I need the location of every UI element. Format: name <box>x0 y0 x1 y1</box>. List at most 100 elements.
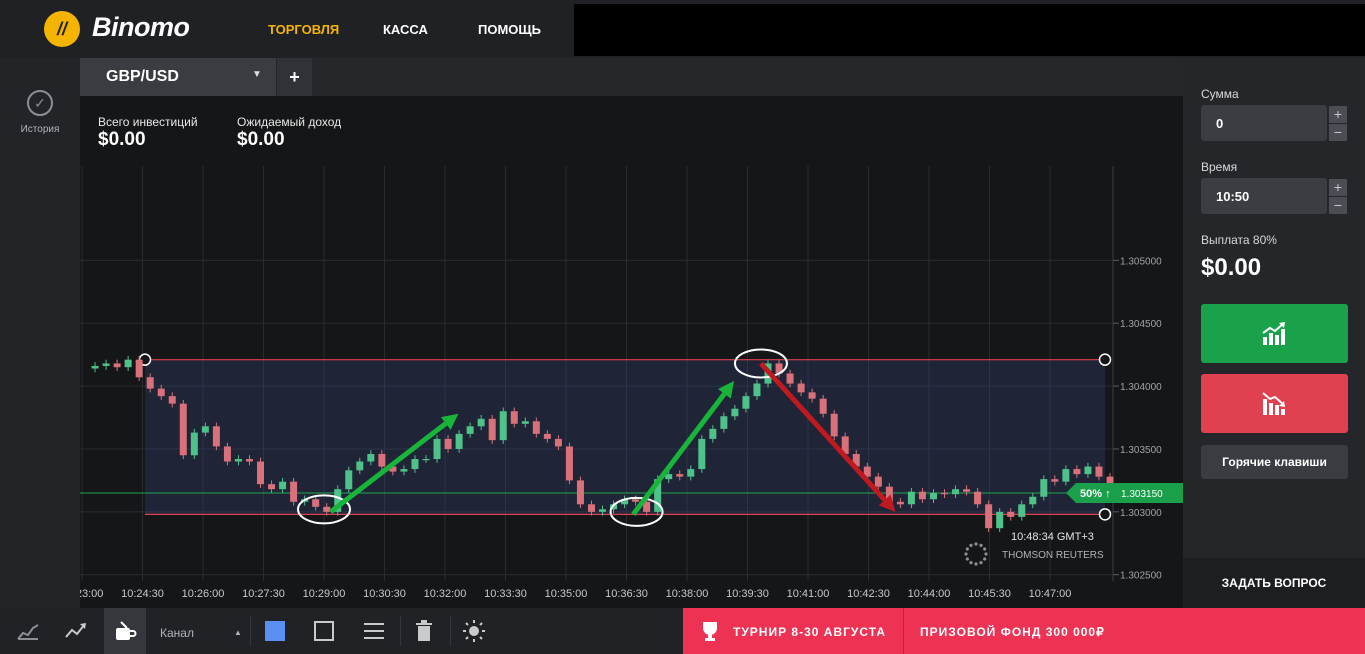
channel-handle <box>1098 353 1112 366</box>
candle <box>554 438 562 447</box>
x-tick-label: 10:23:00 <box>80 588 103 600</box>
trend-down-icon <box>1262 392 1285 415</box>
candle <box>499 411 507 441</box>
trend-up-icon <box>1262 322 1285 345</box>
candle <box>819 398 827 414</box>
chart-type-area-icon[interactable] <box>8 608 48 654</box>
candle <box>786 373 794 384</box>
x-tick-label: 10:29:00 <box>303 588 346 600</box>
candle <box>411 459 419 470</box>
time-label: Время <box>1201 160 1238 174</box>
sum-increase-button[interactable]: + <box>1329 106 1347 123</box>
trade-panel: Сумма 0 + − Время 10:50 + − Выплата 80% … <box>1183 58 1365 608</box>
candle <box>665 474 673 480</box>
candle <box>113 363 121 368</box>
toolbar-divider <box>450 616 451 646</box>
history-label[interactable]: История <box>0 124 80 135</box>
candle <box>455 433 463 449</box>
y-tick-label: 1.303500 <box>1120 445 1162 456</box>
binomo-logo[interactable]: // <box>44 11 80 47</box>
brand-name[interactable]: Binomo <box>92 12 190 43</box>
candle <box>124 359 132 368</box>
ask-question-button[interactable]: ЗАДАТЬ ВОПРОС <box>1183 558 1365 608</box>
check-circle-icon[interactable]: ✓ <box>27 90 53 116</box>
thomson-reuters-logo <box>964 542 988 566</box>
candle <box>709 428 717 439</box>
shape-square-icon[interactable] <box>306 608 342 654</box>
add-tab-button[interactable]: + <box>277 58 312 96</box>
y-tick-label: 1.304000 <box>1120 382 1162 393</box>
candle <box>257 461 265 485</box>
candle <box>1029 496 1037 505</box>
logo-dot <box>974 542 978 546</box>
drawing-tool-selector[interactable]: Канал <box>160 626 194 640</box>
drawing-tools-icon[interactable] <box>104 608 146 654</box>
x-tick-label: 10:44:00 <box>908 588 951 600</box>
asset-selector-tab[interactable]: GBP/USD ▼ <box>80 58 276 96</box>
logo-dot <box>979 561 983 565</box>
nav-help[interactable]: ПОМОЩЬ <box>478 22 541 37</box>
caret-up-icon[interactable]: ▲ <box>234 628 242 637</box>
x-tick-label: 10:24:30 <box>121 588 164 600</box>
x-tick-label: 10:45:30 <box>968 588 1011 600</box>
nav-trading[interactable]: ТОРГОВЛЯ <box>268 22 339 37</box>
sum-input[interactable]: 0 <box>1201 105 1327 141</box>
left-sidebar: ✓ История <box>0 58 81 608</box>
candle <box>565 446 573 481</box>
x-tick-label: 10:30:30 <box>363 588 406 600</box>
y-tick-label: 1.304500 <box>1120 319 1162 330</box>
hotkeys-button[interactable]: Горячие клавиши <box>1201 445 1348 479</box>
x-tick-label: 10:26:00 <box>182 588 225 600</box>
candle <box>929 492 937 500</box>
candle <box>1073 469 1081 475</box>
trade-up-button[interactable] <box>1201 304 1348 363</box>
candle <box>422 459 430 461</box>
candle <box>808 392 816 399</box>
brightness-icon[interactable] <box>456 608 492 654</box>
asset-pair-label: GBP/USD <box>106 68 179 85</box>
logo-dot <box>983 547 987 551</box>
candle <box>102 363 110 366</box>
candle <box>599 509 607 512</box>
candle <box>146 377 154 389</box>
price-chart[interactable]: Всего инвестиций $0.00 Ожидаемый доход $… <box>80 96 1183 608</box>
time-input[interactable]: 10:50 <box>1201 178 1327 214</box>
color-picker-icon[interactable] <box>258 608 292 654</box>
candle <box>830 413 838 437</box>
indicators-icon[interactable] <box>56 608 96 654</box>
candle <box>753 383 761 397</box>
candle <box>234 459 242 462</box>
chevron-down-icon[interactable]: ▼ <box>252 69 262 80</box>
nav-cashier[interactable]: КАССА <box>383 22 428 37</box>
sum-decrease-button[interactable]: − <box>1329 124 1347 141</box>
trash-icon[interactable] <box>406 608 442 654</box>
x-tick-label: 10:27:30 <box>242 588 285 600</box>
payout-value: $0.00 <box>1201 254 1262 281</box>
candle <box>797 383 805 393</box>
asset-tab-bar: GBP/USD ▼ + <box>80 58 1183 96</box>
candle <box>268 484 276 490</box>
x-tick-label: 10:33:30 <box>484 588 527 600</box>
trade-down-button[interactable] <box>1201 374 1348 433</box>
sum-label: Сумма <box>1201 87 1239 101</box>
candle <box>676 474 684 477</box>
logo-dot <box>984 552 988 556</box>
candle <box>720 416 728 429</box>
candle <box>543 433 551 439</box>
candle <box>587 504 595 512</box>
time-decrease-button[interactable]: − <box>1329 197 1347 214</box>
logo-dot <box>964 552 968 556</box>
logo-dot <box>969 543 973 547</box>
x-tick-label: 10:42:30 <box>847 588 890 600</box>
trophy-icon <box>703 622 717 641</box>
time-increase-button[interactable]: + <box>1329 179 1347 196</box>
logo-dot <box>965 557 969 561</box>
tournament-promo-banner[interactable]: ТУРНИР 8-30 АВГУСТА ПРИЗОВОЙ ФОНД 300 00… <box>683 608 1365 654</box>
candle <box>687 469 695 477</box>
candle <box>974 491 982 505</box>
chart-canvas[interactable]: 1.305000 1.304500 1.304000 1.303500 1.303000… <box>80 96 1183 608</box>
candle <box>731 408 739 417</box>
candle <box>1084 466 1092 475</box>
line-width-icon[interactable] <box>356 608 392 654</box>
candle <box>312 499 320 507</box>
